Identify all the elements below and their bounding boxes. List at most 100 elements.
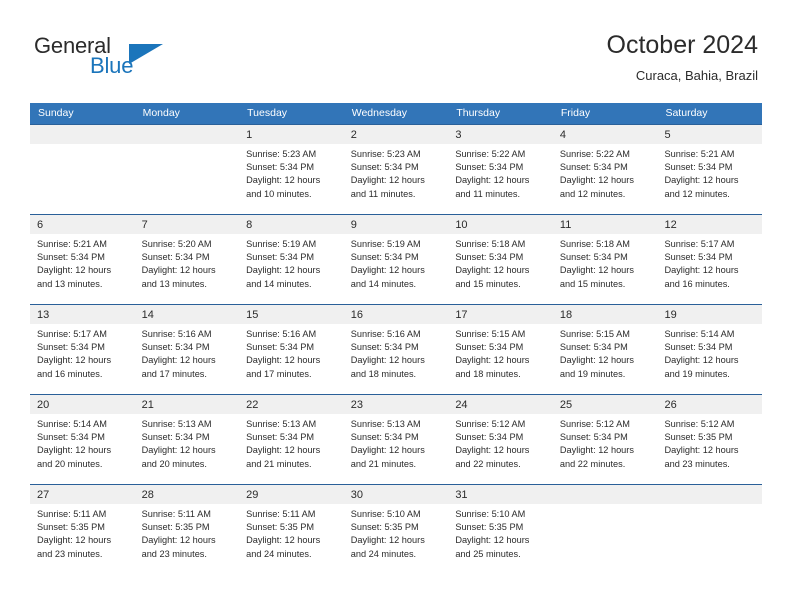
day-cell-31[interactable]: 31 Sunrise: 5:10 AM Sunset: 5:35 PM Dayligh… xyxy=(448,485,553,574)
day-detail-line: and 19 minutes. xyxy=(664,368,730,379)
day-number-band xyxy=(134,125,240,144)
day-number-band: 5 xyxy=(657,125,763,144)
day-cell-16[interactable]: 16 Sunrise: 5:16 AM Sunset: 5:34 PM Dayligh… xyxy=(343,305,449,394)
day-detail-line: Sunrise: 5:22 AM xyxy=(559,149,630,159)
day-cell-13[interactable]: 13 Sunrise: 5:17 AM Sunset: 5:34 PM Dayligh… xyxy=(30,305,135,394)
day-number-band: 16 xyxy=(343,305,449,324)
day-details: Sunrise: 5:21 AM Sunset: 5:34 PM Daylight:… xyxy=(657,144,762,201)
day-number-band: 24 xyxy=(448,395,553,414)
weekday-header-row: Sunday Monday Tuesday Wednesday Thursday Frid… xyxy=(30,103,762,124)
calendar-week-row: 6 Sunrise: 5:21 AM Sunset: 5:34 PM Daylight… xyxy=(30,214,763,304)
day-cell-2[interactable]: 2 Sunrise: 5:23 AM Sunset: 5:34 PM Daylight… xyxy=(343,125,449,214)
day-detail-line: Sunset: 5:35 PM xyxy=(141,522,210,533)
day-details: Sunrise: 5:19 AM Sunset: 5:34 PM Daylight:… xyxy=(344,234,449,291)
day-details: Sunrise: 5:15 AM Sunset: 5:34 PM Daylight:… xyxy=(448,324,553,381)
day-cell-11[interactable]: 11 Sunrise: 5:18 AM Sunset: 5:34 PM Dayligh… xyxy=(552,215,658,304)
day-cell-18[interactable]: 18 Sunrise: 5:15 AM Sunset: 5:34 PM Dayligh… xyxy=(552,305,658,394)
day-number: 7 xyxy=(141,219,148,231)
day-detail-line: Sunset: 5:34 PM xyxy=(559,252,628,263)
day-detail-line: Daylight: 12 hours xyxy=(246,175,321,186)
day-number-band: 15 xyxy=(239,305,344,324)
day-cell-7[interactable]: 7 Sunrise: 5:20 AM Sunset: 5:34 PM Daylight… xyxy=(134,215,240,304)
day-cell-29[interactable]: 29 Sunrise: 5:11 AM Sunset: 5:35 PM Dayligh… xyxy=(239,485,344,574)
logo-text-blue: Blue xyxy=(90,53,134,78)
day-number-band: 23 xyxy=(343,395,449,414)
day-detail-line: Sunrise: 5:11 AM xyxy=(246,509,316,519)
day-details: Sunrise: 5:22 AM Sunset: 5:34 PM Daylight:… xyxy=(448,144,553,201)
day-cell-19[interactable]: 19 Sunrise: 5:14 AM Sunset: 5:34 PM Dayligh… xyxy=(657,305,763,394)
day-cell-23[interactable]: 23 Sunrise: 5:13 AM Sunset: 5:34 PM Dayligh… xyxy=(343,395,449,484)
day-detail-line: Daylight: 12 hours xyxy=(246,445,321,456)
day-number: 26 xyxy=(664,399,677,411)
day-detail-line: Sunrise: 5:16 AM xyxy=(141,329,212,339)
day-cell-10[interactable]: 10 Sunrise: 5:18 AM Sunset: 5:34 PM Dayligh… xyxy=(448,215,553,304)
day-cell-21[interactable]: 21 Sunrise: 5:13 AM Sunset: 5:34 PM Dayligh… xyxy=(134,395,240,484)
day-cell-30[interactable]: 30 Sunrise: 5:10 AM Sunset: 5:35 PM Dayligh… xyxy=(343,485,449,574)
day-number-band: 8 xyxy=(239,215,344,234)
weekday-header-thursday: Thursday xyxy=(456,107,501,119)
weekday-header-tuesday: Tuesday xyxy=(247,107,288,119)
day-details: Sunrise: 5:21 AM Sunset: 5:34 PM Daylight:… xyxy=(30,234,135,291)
day-detail-line: Sunrise: 5:16 AM xyxy=(246,329,317,339)
page-subtitle-location: Curaca, Bahia, Brazil xyxy=(635,68,758,83)
day-detail-line: Daylight: 12 hours xyxy=(664,175,739,186)
day-cell-24[interactable]: 24 Sunrise: 5:12 AM Sunset: 5:34 PM Dayligh… xyxy=(448,395,553,484)
day-detail-line: Daylight: 12 hours xyxy=(246,265,321,276)
day-number-band: 19 xyxy=(657,305,763,324)
day-cell-4[interactable]: 4 Sunrise: 5:22 AM Sunset: 5:34 PM Daylight… xyxy=(552,125,658,214)
day-detail-line: and 24 minutes. xyxy=(246,548,312,559)
day-detail-line: and 12 minutes. xyxy=(664,188,730,199)
day-detail-line: Daylight: 12 hours xyxy=(455,265,530,276)
day-details: Sunrise: 5:17 AM Sunset: 5:34 PM Daylight:… xyxy=(30,324,135,381)
day-details: Sunrise: 5:23 AM Sunset: 5:34 PM Daylight:… xyxy=(239,144,344,201)
day-number: 16 xyxy=(350,309,363,321)
day-number-band: 1 xyxy=(239,125,344,144)
day-number: 14 xyxy=(141,309,154,321)
day-cell-22[interactable]: 22 Sunrise: 5:13 AM Sunset: 5:34 PM Dayligh… xyxy=(239,395,344,484)
day-detail-line: Daylight: 12 hours xyxy=(141,535,216,546)
day-number-band: 4 xyxy=(552,125,658,144)
day-detail-line: Sunset: 5:35 PM xyxy=(455,522,524,533)
weekday-header-friday: Friday xyxy=(560,107,591,119)
day-cell-3[interactable]: 3 Sunrise: 5:22 AM Sunset: 5:34 PM Daylight… xyxy=(448,125,553,214)
day-detail-line: Sunrise: 5:21 AM xyxy=(664,149,735,159)
day-number: 27 xyxy=(37,489,50,501)
day-details xyxy=(135,144,240,148)
day-cell-28[interactable]: 28 Sunrise: 5:11 AM Sunset: 5:35 PM Dayligh… xyxy=(134,485,240,574)
day-cell-20[interactable]: 20 Sunrise: 5:14 AM Sunset: 5:34 PM Dayligh… xyxy=(30,395,135,484)
day-cell-15[interactable]: 15 Sunrise: 5:16 AM Sunset: 5:34 PM Dayligh… xyxy=(239,305,344,394)
day-detail-line: and 10 minutes. xyxy=(246,188,312,199)
day-detail-line: and 24 minutes. xyxy=(350,548,417,559)
day-cell-17[interactable]: 17 Sunrise: 5:15 AM Sunset: 5:34 PM Dayligh… xyxy=(448,305,553,394)
day-cell-12[interactable]: 12 Sunrise: 5:17 AM Sunset: 5:34 PM Dayligh… xyxy=(657,215,763,304)
day-detail-line: Sunset: 5:34 PM xyxy=(664,162,733,173)
day-detail-line: and 12 minutes. xyxy=(559,188,626,199)
day-detail-line: Sunset: 5:34 PM xyxy=(455,252,524,263)
day-cell-26[interactable]: 26 Sunrise: 5:12 AM Sunset: 5:35 PM Dayligh… xyxy=(657,395,763,484)
day-cell-27[interactable]: 27 Sunrise: 5:11 AM Sunset: 5:35 PM Dayligh… xyxy=(30,485,135,574)
day-detail-line: and 16 minutes. xyxy=(664,278,730,289)
day-detail-line: and 13 minutes. xyxy=(141,278,207,289)
day-cell-1[interactable]: 1 Sunrise: 5:23 AM Sunset: 5:34 PM Daylight… xyxy=(239,125,344,214)
day-cell-8[interactable]: 8 Sunrise: 5:19 AM Sunset: 5:34 PM Daylight… xyxy=(239,215,344,304)
day-cell-empty xyxy=(552,485,658,574)
day-details: Sunrise: 5:20 AM Sunset: 5:34 PM Daylight:… xyxy=(135,234,240,291)
day-cell-9[interactable]: 9 Sunrise: 5:19 AM Sunset: 5:34 PM Daylight… xyxy=(343,215,449,304)
day-cell-6[interactable]: 6 Sunrise: 5:21 AM Sunset: 5:34 PM Daylight… xyxy=(30,215,135,304)
day-detail-line: and 15 minutes. xyxy=(455,278,521,289)
day-detail-line: Sunset: 5:34 PM xyxy=(37,252,105,263)
day-details xyxy=(553,504,658,508)
day-cell-5[interactable]: 5 Sunrise: 5:21 AM Sunset: 5:34 PM Daylight… xyxy=(657,125,763,214)
day-details: Sunrise: 5:18 AM Sunset: 5:34 PM Daylight:… xyxy=(553,234,658,291)
day-detail-line: Sunset: 5:35 PM xyxy=(246,522,315,533)
day-detail-line: Sunset: 5:34 PM xyxy=(350,162,419,173)
day-cell-14[interactable]: 14 Sunrise: 5:16 AM Sunset: 5:34 PM Dayligh… xyxy=(134,305,240,394)
day-detail-line: and 13 minutes. xyxy=(37,278,103,289)
day-cell-25[interactable]: 25 Sunrise: 5:12 AM Sunset: 5:34 PM Dayligh… xyxy=(552,395,658,484)
day-detail-line: and 18 minutes. xyxy=(455,368,521,379)
day-detail-line: Sunset: 5:34 PM xyxy=(664,252,733,263)
day-detail-line: Daylight: 12 hours xyxy=(559,445,634,456)
day-number-band: 22 xyxy=(239,395,344,414)
day-detail-line: Sunrise: 5:10 AM xyxy=(455,509,526,519)
day-number-band xyxy=(657,485,763,504)
